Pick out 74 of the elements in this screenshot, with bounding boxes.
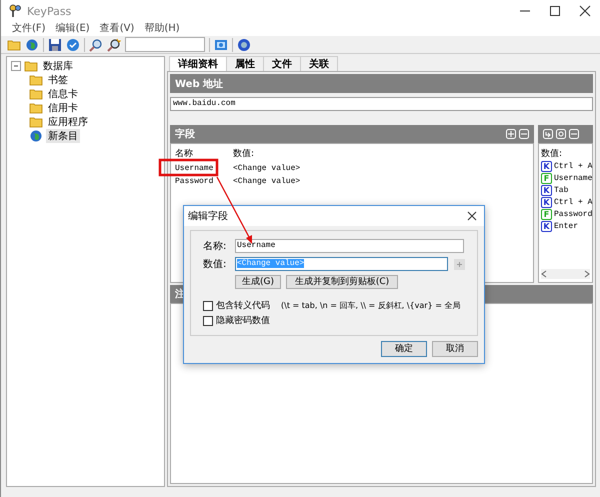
tree-item[interactable]: 信用卡 — [46, 101, 80, 115]
menu-item[interactable]: 文件(F) — [7, 22, 51, 36]
search-field[interactable] — [125, 37, 205, 52]
remove-icon[interactable] — [519, 129, 529, 139]
add-icon[interactable] — [506, 129, 516, 139]
tree-item[interactable]: 应用程序 — [46, 115, 90, 129]
remove-icon[interactable] — [569, 129, 579, 139]
keys-icon — [9, 4, 21, 18]
tab[interactable]: 文件 — [263, 56, 301, 71]
tab[interactable]: 属性 — [226, 56, 264, 71]
scroll-right-icon[interactable] — [584, 270, 590, 278]
tree-item[interactable]: 新条目 — [46, 129, 80, 143]
checkbox-label: 包含转义代码 — [216, 300, 270, 312]
scrollbar[interactable] — [541, 269, 590, 279]
scroll-left-icon[interactable] — [541, 270, 547, 278]
folder-icon — [29, 74, 43, 86]
generate-button[interactable]: 生成并复制到剪贴板(C) — [286, 275, 398, 289]
globe-icon — [29, 130, 43, 142]
name-field[interactable]: Username — [235, 239, 464, 253]
cancel-button[interactable]: 取消 — [432, 341, 478, 357]
folder-icon — [29, 88, 43, 100]
column-header: 数值: — [233, 148, 254, 160]
sequence-item[interactable]: Enter — [554, 222, 578, 230]
key-badge: K — [541, 220, 552, 232]
folder-icon — [24, 60, 38, 72]
checkbox-label: 隐藏密码数值 — [216, 314, 270, 327]
folder-icon — [29, 116, 43, 128]
tree-item[interactable]: 书签 — [46, 73, 70, 87]
generate-button[interactable]: 生成(G) — [235, 275, 281, 289]
sequence-item[interactable]: Username — [554, 174, 592, 182]
highlight-frame — [158, 158, 218, 176]
tree-item[interactable]: 数据库 — [41, 59, 75, 73]
search-icon[interactable] — [107, 38, 121, 52]
key-badge: K — [541, 196, 552, 208]
dialog-title: 编辑字段 — [188, 210, 228, 223]
menu-item[interactable]: 编辑(E) — [50, 22, 95, 36]
ok-button[interactable]: 确定 — [381, 341, 427, 357]
key-badge: K — [541, 184, 552, 196]
checkbox[interactable] — [203, 316, 213, 326]
search-icon[interactable] — [89, 38, 103, 52]
tree-item[interactable]: 信息卡 — [46, 87, 80, 101]
save-icon[interactable] — [48, 38, 62, 52]
window-title: KeyPass — [27, 4, 72, 18]
tab[interactable]: 详细资料 — [169, 56, 227, 71]
folder-icon — [29, 102, 43, 114]
menu-item[interactable]: 查看(V) — [94, 22, 140, 36]
table-cell: <Change value> — [233, 177, 300, 186]
checkbox[interactable] — [203, 300, 213, 310]
field-badge: F — [541, 172, 552, 184]
insert-icon[interactable] — [543, 129, 553, 139]
sequence-item[interactable]: Ctrl + A — [554, 162, 592, 170]
table-cell-text: Password — [175, 177, 214, 186]
sequence-item[interactable]: Password — [554, 210, 592, 218]
field-label: 数值: — [203, 258, 228, 271]
list-title: 数值: — [541, 148, 564, 160]
field-badge: F — [541, 208, 552, 220]
column-header: 名称 — [175, 148, 194, 160]
table-cell-text: Username — [175, 164, 214, 173]
hint-text: (\t = tab, \n = 回车, \\ = 反斜杠, \{var} = 全局 — [281, 300, 460, 311]
section-title: 字段 — [175, 127, 195, 141]
key-badge: K — [541, 160, 552, 172]
tab[interactable]: 关联 — [300, 56, 338, 71]
globe-icon[interactable] — [25, 38, 39, 52]
table-cell: <Change value> — [233, 164, 300, 173]
sequence-item[interactable]: Tab — [554, 186, 568, 194]
sequence-item[interactable]: Ctrl + A — [554, 198, 592, 206]
field-label: 名称: — [203, 240, 228, 253]
section-header: Web 地址 — [170, 74, 593, 93]
close-icon[interactable] — [467, 211, 477, 221]
check-icon[interactable] — [66, 38, 80, 52]
collapse-icon[interactable] — [11, 61, 21, 71]
screen-icon[interactable] — [214, 38, 228, 52]
menu-item[interactable]: 帮助(H) — [139, 22, 185, 36]
url-field[interactable]: www.baidu.com — [170, 97, 593, 111]
